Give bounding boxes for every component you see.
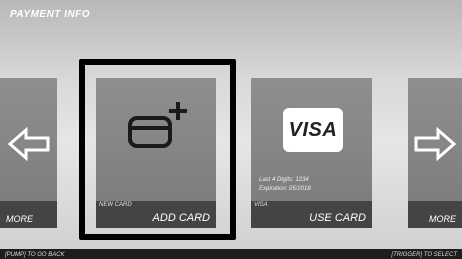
more-right-card[interactable]: MORE [408,78,462,228]
use-card-sublabel: VISA [254,202,268,208]
card-expiration: Expiration: 05/2018 [259,186,311,192]
page-title: PAYMENT INFO [10,9,91,20]
payment-info-screen: PAYMENT INFO MORE NEW CARD ADD CARD VISA… [0,0,462,259]
more-left-label: MORE [6,214,33,224]
card-details: Last 4 Digits: 1234 Expiration: 05/2018 [259,176,311,194]
card-last4: Last 4 Digits: 1234 [259,177,309,183]
visa-logo-text: VISA [288,119,338,141]
more-right-footer: MORE [408,201,462,228]
arrow-right-icon [414,126,457,162]
select-hint: [TRIGGER] TO SELECT [391,252,457,258]
use-card-footer: VISA USE CARD [251,201,372,228]
visa-logo: VISA [283,108,343,152]
back-hint: [PUMP] TO GO BACK [5,252,65,258]
more-right-label: MORE [429,214,456,224]
arrow-left-icon [7,126,50,162]
more-left-footer: MORE [0,201,57,228]
more-left-card[interactable]: MORE [0,78,57,228]
use-card-card[interactable]: VISA Last 4 Digits: 1234 Expiration: 05/… [251,78,372,228]
use-card-label: USE CARD [309,212,366,224]
selection-highlight [79,59,236,240]
hint-bar: [PUMP] TO GO BACK [TRIGGER] TO SELECT [0,249,462,259]
